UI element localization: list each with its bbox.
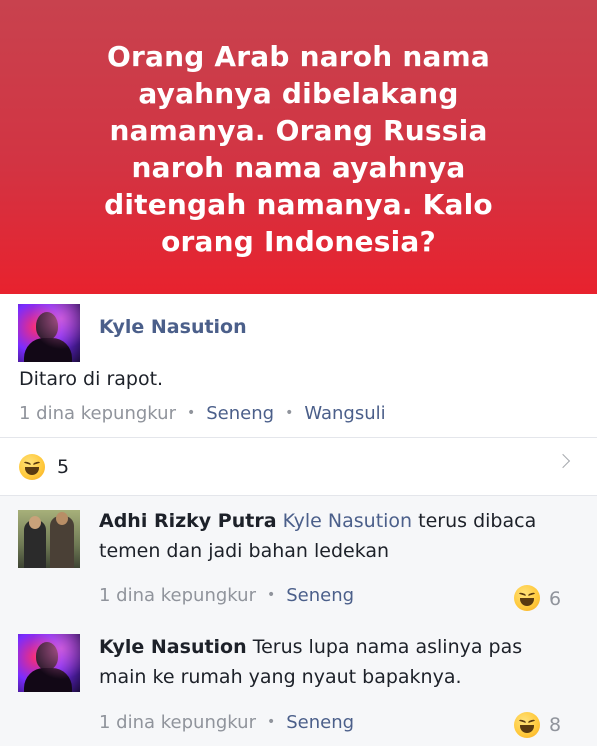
avatar[interactable] (18, 634, 80, 692)
comment-time[interactable]: 1 dina kepungkur (19, 403, 176, 424)
reply-time[interactable]: 1 dina kepungkur (99, 712, 256, 733)
replies-section: Adhi Rizky Putra Kyle Nasution terus dib… (0, 496, 597, 746)
reply-text: terus dibaca (418, 510, 537, 532)
main-comment: Kyle Nasution Ditaro di rapot. 1 dina ke… (0, 294, 597, 438)
reply-meta: 1 dina kepungkur • Seneng (99, 712, 355, 733)
reply-time[interactable]: 1 dina kepungkur (99, 585, 256, 606)
reply-author[interactable]: Kyle Nasution (99, 636, 247, 658)
haha-emoji-icon (514, 585, 540, 611)
reaction-count[interactable]: 8 (549, 714, 561, 736)
like-link[interactable]: Seneng (206, 403, 274, 424)
comment-author[interactable]: Kyle Nasution (99, 316, 247, 338)
reply-meta: 1 dina kepungkur • Seneng (99, 585, 355, 606)
reply-link[interactable]: Wangsuli (304, 403, 385, 424)
reply-author[interactable]: Adhi Rizky Putra (99, 510, 277, 532)
like-link[interactable]: Seneng (286, 712, 354, 733)
comment-text: Ditaro di rapot. (19, 368, 164, 390)
banner-text: Orang Arab naroh nama ayahnya dibelakang… (104, 40, 493, 258)
reply-text: Terus lupa nama aslinya pas (252, 636, 523, 658)
reply-text-line1: Adhi Rizky Putra Kyle Nasution terus dib… (99, 506, 536, 536)
reaction-count: 5 (57, 456, 70, 478)
reply-text-line1: Kyle Nasution Terus lupa nama aslinya pa… (99, 632, 522, 662)
reply-text-line2: main ke rumah yang nyaut bapaknya. (99, 666, 462, 688)
haha-emoji-icon (514, 712, 540, 738)
reaction-count[interactable]: 6 (549, 588, 561, 610)
reply-tag[interactable]: Kyle Nasution (283, 510, 413, 532)
like-link[interactable]: Seneng (286, 585, 354, 606)
avatar[interactable] (18, 304, 80, 362)
reply-text-line2: temen dan jadi bahan ledekan (99, 540, 390, 562)
post-banner: Orang Arab naroh nama ayahnya dibelakang… (0, 0, 597, 294)
reaction-summary[interactable]: 5 (0, 438, 597, 496)
haha-emoji-icon (19, 454, 45, 480)
avatar[interactable] (18, 510, 80, 568)
comment-meta: 1 dina kepungkur • Seneng • Wangsuli (19, 403, 386, 424)
